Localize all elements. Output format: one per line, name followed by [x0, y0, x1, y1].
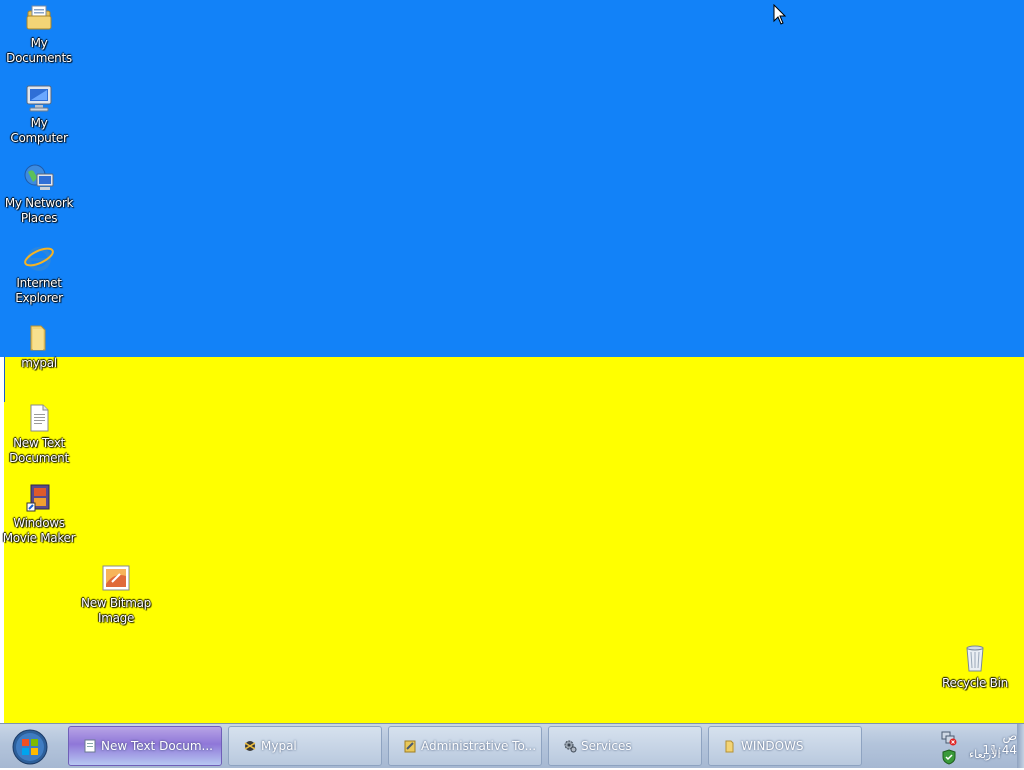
desktop-icon-new-bitmap-image[interactable]: New Bitmap Image — [78, 562, 154, 626]
taskbar-button-label: New Text Docum... — [101, 739, 213, 753]
folder-icon — [30, 325, 46, 351]
taskbar: New Text Docum... Mypal Administrative T… — [0, 723, 1024, 768]
network-places-icon — [24, 164, 54, 190]
desktop-icon-my-documents[interactable]: My Documents — [1, 2, 77, 66]
movie-maker-icon — [26, 484, 50, 512]
taskbar-button-label: Administrative To... — [421, 739, 537, 753]
admin-tools-icon — [404, 740, 416, 753]
desktop-icon-mypal[interactable]: mypal — [1, 322, 77, 371]
internet-explorer-icon — [24, 247, 54, 271]
my-documents-icon — [26, 5, 52, 30]
taskbar-button-label: Services — [581, 739, 632, 753]
icon-label-line1: New Text — [13, 436, 65, 450]
icon-label-line1: Internet — [16, 276, 62, 290]
bitmap-image-icon — [102, 565, 130, 591]
desktop-background-blue — [0, 0, 1024, 357]
show-desktop-button[interactable] — [1017, 724, 1024, 768]
desktop-icon-windows-movie-maker[interactable]: Windows Movie Maker — [1, 482, 77, 546]
icon-label-line2: Image — [97, 611, 135, 625]
taskbar-button-label: WINDOWS — [741, 739, 804, 753]
system-tray: ص 11:44 الأربعاء — [935, 726, 1017, 766]
my-computer-icon — [26, 85, 52, 112]
desktop-background-yellow — [0, 357, 1024, 723]
taskbar-button-administrative-tools[interactable]: Administrative To... — [388, 726, 542, 766]
taskbar-button-label: Mypal — [261, 739, 297, 753]
start-button[interactable] — [8, 727, 52, 765]
desktop-icon-my-network-places[interactable]: My Network Places — [1, 162, 77, 226]
mouse-cursor-icon — [773, 4, 787, 25]
icon-label-line1: New Bitmap — [81, 596, 151, 610]
notepad-icon — [84, 739, 96, 753]
desktop-icon-recycle-bin[interactable]: Recycle Bin — [937, 642, 1013, 691]
icon-label-line2: Movie Maker — [2, 531, 76, 545]
icon-label-line1: My Network — [4, 196, 74, 210]
recycle-bin-icon — [966, 645, 984, 672]
desktop[interactable]: My Documents My Computer My Network Plac… — [0, 0, 1024, 723]
icon-label-line2: Places — [20, 211, 58, 225]
desktop-icon-new-text-document[interactable]: New Text Document — [1, 402, 77, 466]
folder-icon — [725, 740, 734, 753]
taskbar-button-mypal[interactable]: Mypal — [228, 726, 382, 766]
icon-label-line1: My Computer — [10, 116, 68, 145]
network-error-icon[interactable] — [941, 730, 957, 746]
windows-start-orb-icon — [12, 729, 48, 765]
taskbar-button-new-text-document[interactable]: New Text Docum... — [68, 726, 222, 766]
icon-label-line1: Recycle Bin — [942, 676, 1008, 690]
text-document-icon — [30, 404, 49, 432]
icon-label-line1: mypal — [21, 356, 57, 370]
icon-label-line2: Documents — [6, 51, 72, 65]
icon-label-line2: Explorer — [15, 291, 63, 305]
services-gear-icon — [564, 740, 577, 753]
icon-label-line1: My — [30, 36, 48, 50]
clock-day[interactable]: الأربعاء — [969, 748, 1001, 761]
icon-label-line1: Windows — [13, 516, 65, 530]
security-shield-icon[interactable] — [941, 749, 957, 765]
desktop-icon-internet-explorer[interactable]: Internet Explorer — [1, 242, 77, 306]
taskbar-button-services[interactable]: Services — [548, 726, 702, 766]
desktop-icon-my-computer[interactable]: My Computer — [1, 82, 77, 146]
taskbar-button-windows-folder[interactable]: WINDOWS — [708, 726, 862, 766]
mypal-browser-icon — [244, 741, 256, 751]
icon-label-line2: Document — [9, 451, 69, 465]
